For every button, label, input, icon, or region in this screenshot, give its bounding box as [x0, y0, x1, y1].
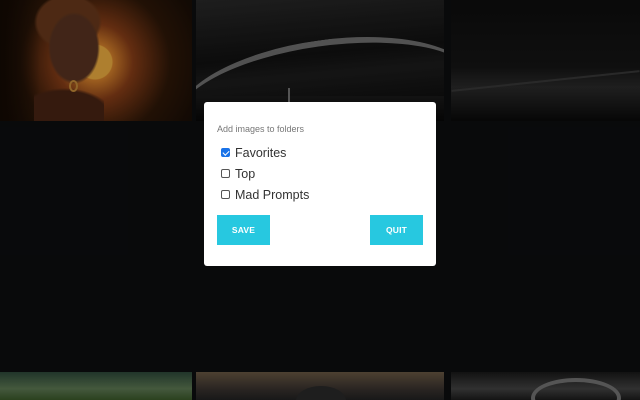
folder-label: Mad Prompts — [235, 187, 310, 202]
save-button[interactable]: SAVE — [217, 215, 270, 245]
checkbox-favorites[interactable] — [221, 148, 230, 157]
folder-list: Favorites Top Mad Prompts — [221, 142, 423, 205]
folder-option-mad-prompts[interactable]: Mad Prompts — [221, 184, 423, 205]
folder-label: Favorites — [235, 145, 287, 160]
quit-button[interactable]: QUIT — [370, 215, 423, 245]
folder-option-favorites[interactable]: Favorites — [221, 142, 423, 163]
add-to-folders-dialog: Add images to folders Favorites Top Mad … — [204, 102, 436, 266]
dialog-actions: SAVE QUIT — [217, 215, 423, 245]
checkbox-top[interactable] — [221, 169, 230, 178]
checkbox-mad-prompts[interactable] — [221, 190, 230, 199]
folder-option-top[interactable]: Top — [221, 163, 423, 184]
folder-label: Top — [235, 166, 256, 181]
dialog-title: Add images to folders — [217, 124, 305, 134]
